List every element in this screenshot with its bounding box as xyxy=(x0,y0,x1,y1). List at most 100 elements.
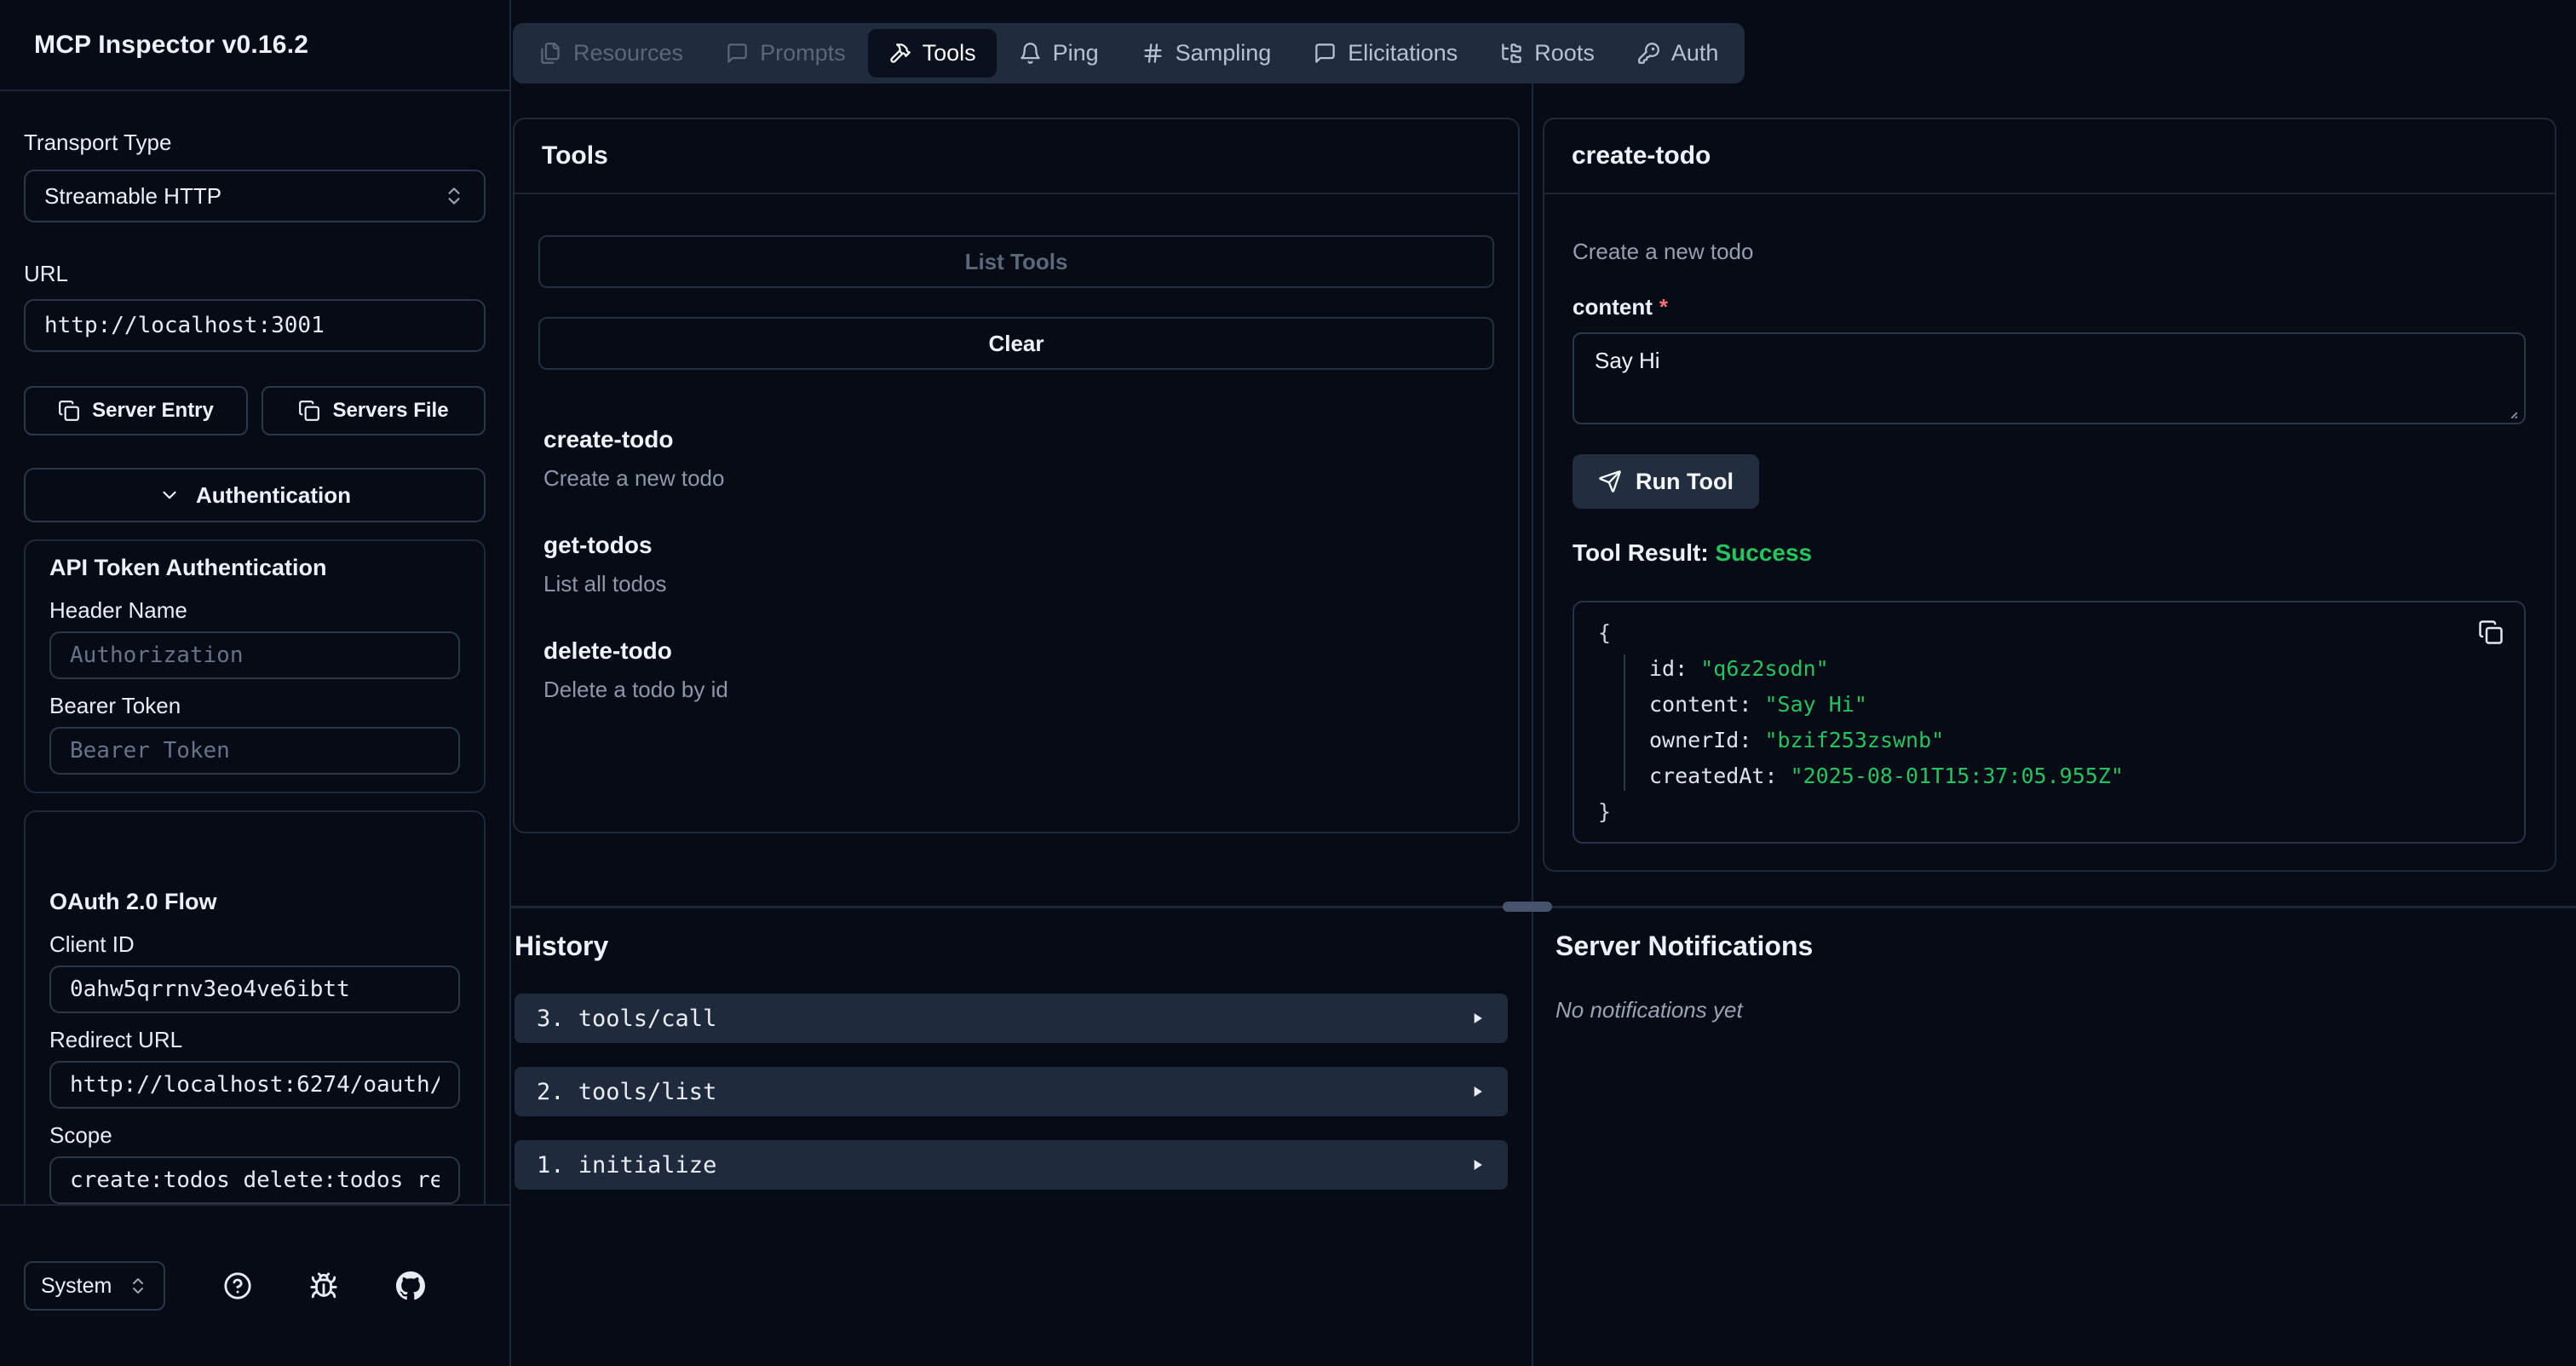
transport-type-select[interactable]: Streamable HTTP xyxy=(24,170,486,222)
tool-result-json-box: { id: "q6z2sodn" content: "Say Hi" owner… xyxy=(1573,601,2526,844)
scope-label: Scope xyxy=(49,1122,460,1148)
tab-tools[interactable]: Tools xyxy=(868,29,997,78)
scope-input[interactable] xyxy=(49,1156,460,1204)
copy-icon xyxy=(2478,620,2504,645)
header-name-label: Header Name xyxy=(49,597,460,623)
history-item-initialize[interactable]: 1. initialize xyxy=(515,1140,1508,1190)
server-entry-label: Server Entry xyxy=(92,399,214,423)
tool-list-item-create-todo[interactable]: create-todo Create a new todo xyxy=(543,424,1489,493)
tab-auth[interactable]: Auth xyxy=(1617,29,1739,78)
clear-tools-button[interactable]: Clear xyxy=(538,317,1494,370)
tool-list-item-get-todos[interactable]: get-todos List all todos xyxy=(543,530,1489,598)
tab-roots[interactable]: Roots xyxy=(1480,29,1615,78)
message-square-icon xyxy=(1314,42,1337,65)
tools-card-title: Tools xyxy=(542,141,608,170)
chevrons-up-down-icon xyxy=(128,1276,148,1296)
help-circle-icon xyxy=(223,1271,252,1300)
json-open-brace: { xyxy=(1598,615,2500,651)
bell-icon xyxy=(1019,42,1042,65)
tool-detail-card: create-todo Create a new todo content* S… xyxy=(1543,118,2556,872)
list-tools-button[interactable]: List Tools xyxy=(538,235,1494,288)
horizontal-splitter xyxy=(511,906,2576,908)
debug-button[interactable] xyxy=(309,1271,338,1300)
json-key: createdAt: xyxy=(1649,764,1778,788)
tool-name: create-todo xyxy=(543,424,1489,455)
tool-detail-description: Create a new todo xyxy=(1573,237,2526,266)
servers-file-label: Servers File xyxy=(332,399,448,423)
tab-resources[interactable]: Resources xyxy=(519,29,704,78)
theme-select-value: System xyxy=(41,1274,112,1299)
files-icon xyxy=(539,42,562,65)
tool-description: List all todos xyxy=(543,569,1489,598)
json-key: content: xyxy=(1649,692,1751,717)
tab-sampling[interactable]: Sampling xyxy=(1121,29,1292,78)
client-id-label: Client ID xyxy=(49,931,460,957)
tools-pane: Tools List Tools Clear create-todo Creat… xyxy=(511,84,1533,906)
expand-arrow-icon xyxy=(1469,1010,1486,1027)
tab-ping[interactable]: Ping xyxy=(998,29,1119,78)
history-item-label: 3. tools/call xyxy=(537,1006,716,1032)
tool-detail-pane: create-todo Create a new todo content* S… xyxy=(1533,84,2576,906)
redirect-url-input[interactable] xyxy=(49,1061,460,1109)
json-row: createdAt: "2025-08-01T15:37:05.955Z" xyxy=(1649,758,2500,794)
authentication-toggle-label: Authentication xyxy=(196,482,351,509)
message-square-icon xyxy=(726,42,749,65)
help-button[interactable] xyxy=(223,1271,252,1300)
content-textarea[interactable]: Say Hi xyxy=(1573,332,2526,424)
json-close-brace: } xyxy=(1598,794,2500,830)
github-button[interactable] xyxy=(396,1271,425,1300)
sidebar: MCP Inspector v0.16.2 Transport Type Str… xyxy=(0,0,511,1366)
tool-description: Delete a todo by id xyxy=(543,675,1489,704)
json-value: "Say Hi" xyxy=(1764,692,1866,717)
main-area: Resources Prompts Tools Ping Sampling xyxy=(511,0,2576,1366)
sidebar-footer: System xyxy=(0,1204,509,1366)
hash-icon xyxy=(1141,42,1164,65)
header-name-input[interactable] xyxy=(49,631,460,679)
mcp-inspector-app: MCP Inspector v0.16.2 Transport Type Str… xyxy=(0,0,2576,1366)
bearer-token-input[interactable] xyxy=(49,727,460,775)
tab-label: Resources xyxy=(573,40,683,66)
api-token-auth-title: API Token Authentication xyxy=(49,553,460,582)
client-id-input[interactable] xyxy=(49,965,460,1013)
hammer-icon xyxy=(888,42,911,65)
tool-detail-header: create-todo xyxy=(1544,119,2555,194)
run-tool-button[interactable]: Run Tool xyxy=(1573,454,1759,509)
copy-actions-row: Server Entry Servers File xyxy=(24,386,486,435)
notifications-empty-text: No notifications yet xyxy=(1555,997,2576,1023)
api-token-auth-card: API Token Authentication Header Name Bea… xyxy=(24,539,486,793)
tool-list: create-todo Create a new todo get-todos … xyxy=(538,424,1494,704)
copy-result-button[interactable] xyxy=(2478,620,2504,645)
history-pane: History 3. tools/call 2. tools/list 1. i… xyxy=(511,908,1533,1366)
json-key: ownerId: xyxy=(1649,728,1751,752)
tool-detail-title: create-todo xyxy=(1572,141,1711,170)
tool-description: Create a new todo xyxy=(543,464,1489,493)
app-title: MCP Inspector v0.16.2 xyxy=(34,31,308,60)
chevron-down-icon xyxy=(158,484,181,506)
json-value: "2025-08-01T15:37:05.955Z" xyxy=(1791,764,2124,788)
tools-card-body: List Tools Clear create-todo Create a ne… xyxy=(515,194,1518,704)
history-item-tools-call[interactable]: 3. tools/call xyxy=(515,994,1508,1043)
server-entry-button[interactable]: Server Entry xyxy=(24,386,248,435)
json-row: content: "Say Hi" xyxy=(1649,687,2500,723)
splitter-handle[interactable] xyxy=(1503,902,1552,912)
tab-label: Roots xyxy=(1534,40,1595,66)
history-item-tools-list[interactable]: 2. tools/list xyxy=(515,1067,1508,1116)
url-input[interactable] xyxy=(24,299,486,352)
tool-list-item-delete-todo[interactable]: delete-todo Delete a todo by id xyxy=(543,636,1489,704)
servers-file-button[interactable]: Servers File xyxy=(262,386,486,435)
tab-label: Prompts xyxy=(760,40,846,66)
tab-label: Elicitations xyxy=(1348,40,1458,66)
run-tool-label: Run Tool xyxy=(1636,469,1734,495)
tab-elicitations[interactable]: Elicitations xyxy=(1293,29,1478,78)
sidebar-content: Transport Type Streamable HTTP URL Serve… xyxy=(0,91,509,1204)
tool-result-label: Tool Result: xyxy=(1573,539,1709,566)
send-icon xyxy=(1598,470,1622,493)
transport-type-value: Streamable HTTP xyxy=(44,183,221,210)
notifications-pane: Server Notifications No notifications ye… xyxy=(1533,908,2576,1366)
authentication-toggle[interactable]: Authentication xyxy=(24,468,486,522)
theme-select[interactable]: System xyxy=(24,1261,165,1311)
tab-prompts[interactable]: Prompts xyxy=(705,29,866,78)
resize-handle-icon[interactable] xyxy=(2500,401,2519,420)
json-row: id: "q6z2sodn" xyxy=(1649,651,2500,687)
content-field-label: content* xyxy=(1573,293,2526,320)
